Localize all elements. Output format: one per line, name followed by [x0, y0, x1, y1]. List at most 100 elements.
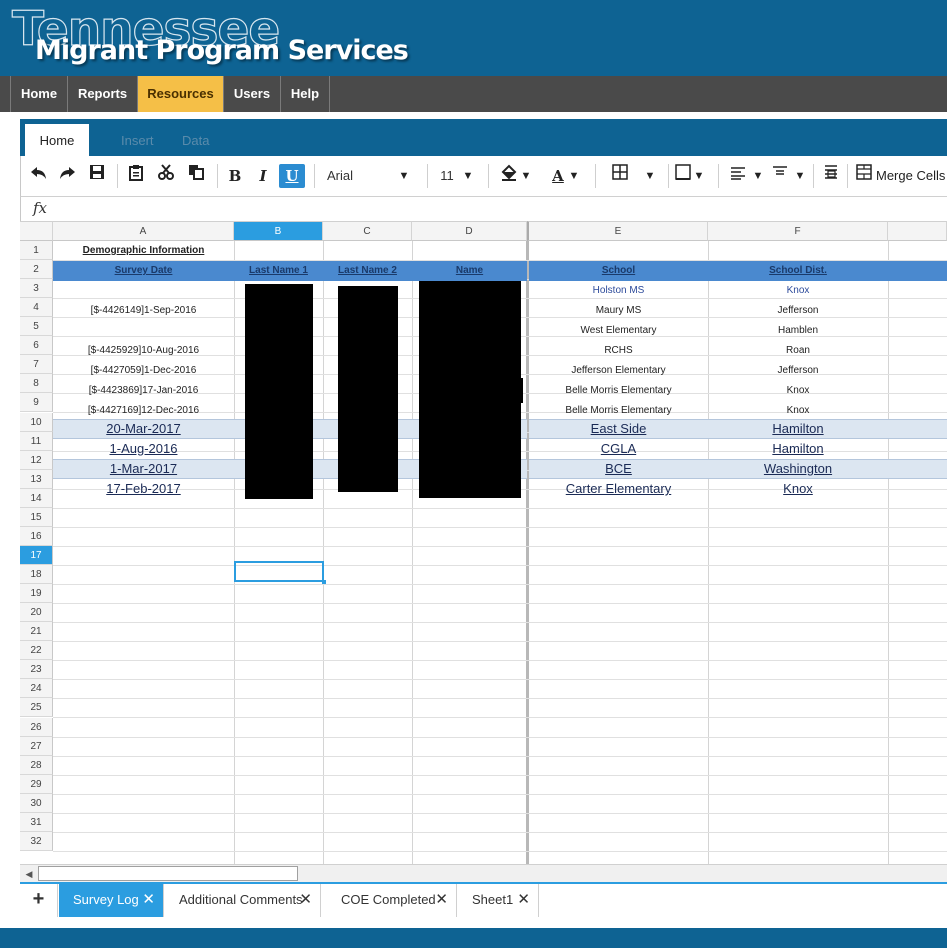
header-survey-date[interactable]: Survey Date: [53, 261, 234, 281]
row-header[interactable]: 9: [20, 393, 53, 412]
row-header[interactable]: 5: [20, 317, 53, 336]
row-header[interactable]: 26: [20, 718, 53, 737]
row-header[interactable]: 1: [20, 241, 53, 260]
survey-date-cell[interactable]: [$-4426149]1-Sep-2016: [53, 301, 234, 321]
school-cell[interactable]: CGLA: [529, 439, 708, 459]
row-header[interactable]: 16: [20, 527, 53, 546]
school-dist-cell[interactable]: Hamblen: [708, 321, 888, 341]
school-cell[interactable]: RCHS: [529, 341, 708, 361]
close-icon[interactable]: ✕: [299, 884, 312, 915]
row-header[interactable]: 7: [20, 355, 53, 374]
school-dist-cell[interactable]: Knox: [708, 401, 888, 421]
header-name[interactable]: Name: [412, 261, 527, 281]
survey-date-cell[interactable]: 1-Mar-2017: [53, 459, 234, 479]
column-header-b[interactable]: B: [234, 221, 323, 241]
row-header[interactable]: 8: [20, 374, 53, 393]
header-last-name-2[interactable]: Last Name 2: [323, 261, 412, 281]
gridline: [53, 660, 947, 661]
clipped-cell[interactable]: [940, 459, 947, 479]
add-sheet-button[interactable]: +: [20, 884, 58, 917]
column-header-e[interactable]: E: [527, 221, 708, 241]
header-school-dist[interactable]: School Dist.: [708, 261, 888, 281]
row-header[interactable]: 2: [20, 260, 53, 279]
row-header[interactable]: 27: [20, 737, 53, 756]
cell-selection[interactable]: [234, 561, 324, 582]
column-header-d[interactable]: D: [412, 221, 527, 241]
row-header[interactable]: 20: [20, 603, 53, 622]
sheet-tab-additional-comments[interactable]: Additional Comments ✕: [165, 884, 321, 917]
header-last-name-1[interactable]: Last Name 1: [234, 261, 323, 281]
row-header[interactable]: 3: [20, 279, 53, 298]
school-dist-cell[interactable]: Knox: [708, 479, 888, 499]
row-header[interactable]: 14: [20, 489, 53, 508]
sheet-tab-survey-log[interactable]: Survey Log ✕: [59, 884, 164, 917]
row-header[interactable]: 21: [20, 622, 53, 641]
scrollbar-thumb[interactable]: [38, 866, 298, 881]
survey-date-cell[interactable]: 17-Feb-2017: [53, 479, 234, 499]
column-header-a[interactable]: A: [53, 221, 234, 241]
column-header-f[interactable]: F: [708, 221, 888, 241]
row-header[interactable]: 22: [20, 641, 53, 660]
row-header[interactable]: 24: [20, 679, 53, 698]
survey-date-cell[interactable]: [$-4423869]17-Jan-2016: [53, 381, 234, 401]
row-header[interactable]: 15: [20, 508, 53, 527]
school-dist-cell[interactable]: Roan: [708, 341, 888, 361]
survey-date-cell[interactable]: [$-4427059]1-Dec-2016: [53, 361, 234, 381]
scroll-left-icon[interactable]: ◀: [22, 867, 36, 881]
column-header-c[interactable]: C: [323, 221, 412, 241]
close-icon[interactable]: ✕: [142, 884, 155, 915]
survey-date-cell[interactable]: [$-4425929]10-Aug-2016: [53, 341, 234, 361]
sheet-tab-coe-completed[interactable]: COE Completed ✕: [322, 884, 457, 917]
row-header[interactable]: 4: [20, 298, 53, 317]
survey-date-cell[interactable]: [53, 321, 234, 341]
title-cell[interactable]: Demographic Information: [53, 241, 234, 261]
school-dist-cell[interactable]: Knox: [708, 281, 888, 301]
row-header[interactable]: 18: [20, 565, 53, 584]
survey-date-cell[interactable]: 1-Aug-2016: [53, 439, 234, 459]
school-dist-cell[interactable]: Knox: [708, 381, 888, 401]
school-dist-cell[interactable]: Washington: [708, 459, 888, 479]
horizontal-scrollbar[interactable]: ◀: [20, 864, 947, 882]
row-header[interactable]: 6: [20, 336, 53, 355]
grid-corner[interactable]: [20, 221, 53, 241]
row-header[interactable]: 32: [20, 832, 53, 851]
survey-date-cell[interactable]: [$-4427169]12-Dec-2016: [53, 401, 234, 421]
spreadsheet-grid[interactable]: A B C D E F 1 2 3 4 5 6 7 8 9 10 11 12 13 14 15 16 17 18 1…: [0, 0, 947, 948]
row-header[interactable]: 31: [20, 813, 53, 832]
survey-date-cell[interactable]: [53, 281, 234, 301]
row-header[interactable]: 23: [20, 660, 53, 679]
school-dist-cell[interactable]: Hamilton: [708, 419, 888, 439]
row-header[interactable]: 17: [20, 546, 53, 565]
row-header[interactable]: 19: [20, 584, 53, 603]
survey-date-cell[interactable]: 20-Mar-2017: [53, 419, 234, 439]
row-header[interactable]: 29: [20, 775, 53, 794]
header-school[interactable]: School: [529, 261, 708, 281]
school-cell[interactable]: BCE: [529, 459, 708, 479]
row-header[interactable]: 30: [20, 794, 53, 813]
close-icon[interactable]: ✕: [517, 884, 530, 915]
school-cell[interactable]: Belle Morris Elementary: [529, 401, 708, 421]
school-cell[interactable]: Holston MS: [529, 281, 708, 301]
column-header-g[interactable]: [888, 221, 947, 241]
row-header[interactable]: 13: [20, 470, 53, 489]
school-dist-cell[interactable]: Jefferson: [708, 301, 888, 321]
fill-handle[interactable]: [322, 580, 326, 584]
gridline: [53, 546, 947, 547]
row-header[interactable]: 11: [20, 432, 53, 451]
sheet-tab-label: Survey Log: [73, 892, 139, 907]
row-header[interactable]: 10: [20, 413, 53, 432]
school-cell[interactable]: Belle Morris Elementary: [529, 381, 708, 401]
close-icon[interactable]: ✕: [435, 884, 448, 915]
row-header[interactable]: 28: [20, 756, 53, 775]
school-dist-cell[interactable]: Jefferson: [708, 361, 888, 381]
school-cell[interactable]: Jefferson Elementary: [529, 361, 708, 381]
row-header[interactable]: 25: [20, 698, 53, 717]
school-cell[interactable]: Carter Elementary: [529, 479, 708, 499]
school-cell[interactable]: East Side: [529, 419, 708, 439]
sheet-tab-sheet1[interactable]: Sheet1 ✕: [458, 884, 539, 917]
school-dist-cell[interactable]: Hamilton: [708, 439, 888, 459]
gridline: [53, 508, 947, 509]
row-header[interactable]: 12: [20, 451, 53, 470]
school-cell[interactable]: Maury MS: [529, 301, 708, 321]
school-cell[interactable]: West Elementary: [529, 321, 708, 341]
